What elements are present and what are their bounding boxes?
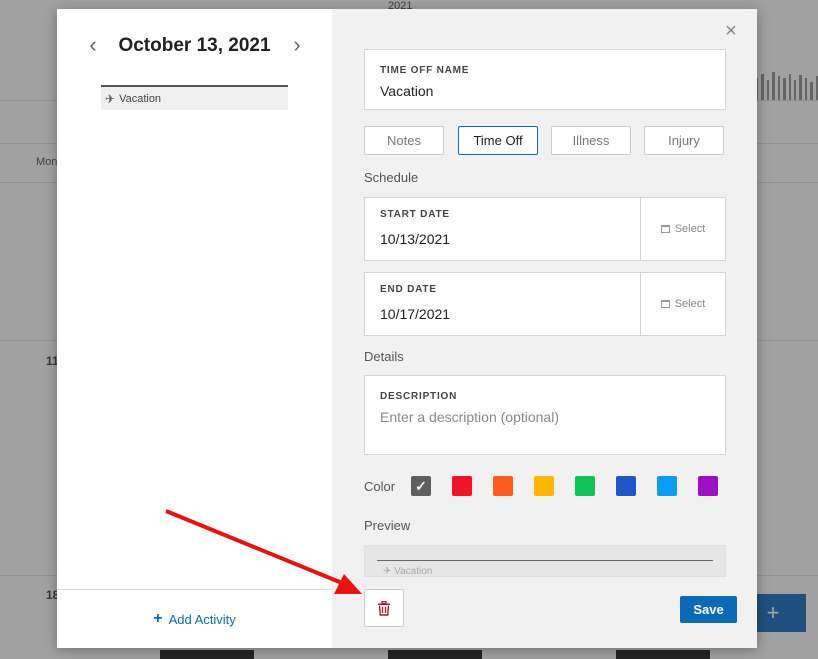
start-date-select-button[interactable]: Select <box>640 198 725 260</box>
start-date-field[interactable]: START DATE 10/13/2021 Select <box>364 197 726 261</box>
time-off-name-value: Vacation <box>380 83 434 99</box>
color-swatch-light-blue[interactable] <box>657 476 677 496</box>
end-date-select-button[interactable]: Select <box>640 273 725 335</box>
preview-box: ✈ Vacation <box>364 545 726 577</box>
preview-divider <box>377 560 713 561</box>
close-icon[interactable]: × <box>721 21 741 41</box>
save-button[interactable]: Save <box>680 596 737 623</box>
activity-item-vacation[interactable]: ✈ Vacation <box>101 85 288 110</box>
description-placeholder: Enter a description (optional) <box>380 409 559 425</box>
color-swatch-yellow[interactable] <box>534 476 554 496</box>
details-heading: Details <box>364 349 404 364</box>
time-off-name-field[interactable]: TIME OFF NAME Vacation <box>364 49 726 110</box>
end-date-value: 10/17/2021 <box>380 306 451 322</box>
description-label: DESCRIPTION <box>380 391 458 402</box>
date-navigation: ‹ October 13, 2021 › <box>57 34 332 59</box>
time-off-name-label: TIME OFF NAME <box>380 65 470 76</box>
color-label: Color <box>364 479 396 494</box>
preview-heading: Preview <box>364 518 411 533</box>
color-swatch-gray[interactable]: ✓ <box>411 476 431 496</box>
start-date-label: START DATE <box>380 209 450 220</box>
color-swatch-purple[interactable] <box>698 476 718 496</box>
chevron-right-icon[interactable]: › <box>287 34 307 59</box>
add-activity-button[interactable]: + Add Activity <box>57 589 332 648</box>
day-panel: ‹ October 13, 2021 › ✈ Vacation + Add Ac… <box>57 9 332 648</box>
airplane-icon: ✈ <box>105 91 116 106</box>
type-time-off-button[interactable]: Time Off <box>458 126 538 155</box>
schedule-heading: Schedule <box>364 170 419 185</box>
calendar-icon <box>660 300 670 308</box>
color-swatch-orange[interactable] <box>493 476 513 496</box>
end-date-label: END DATE <box>380 284 437 295</box>
activity-form: × TIME OFF NAME Vacation Notes Time Off … <box>332 9 757 648</box>
select-label: Select <box>674 298 706 310</box>
delete-button[interactable] <box>364 589 404 627</box>
end-date-field[interactable]: END DATE 10/17/2021 Select <box>364 272 726 336</box>
color-swatch-red[interactable] <box>452 476 472 496</box>
color-swatch-green[interactable] <box>575 476 595 496</box>
type-injury-button[interactable]: Injury <box>644 126 724 155</box>
checkmark-icon: ✓ <box>415 477 427 494</box>
type-notes-button[interactable]: Notes <box>364 126 444 155</box>
time-off-modal: ‹ October 13, 2021 › ✈ Vacation + Add Ac… <box>57 9 757 648</box>
preview-label: ✈ Vacation <box>383 566 433 577</box>
trash-icon <box>378 600 390 616</box>
activity-label: Vacation <box>119 92 162 105</box>
add-activity-label: Add Activity <box>168 611 236 627</box>
calendar-icon <box>660 225 670 233</box>
color-swatch-blue[interactable] <box>616 476 636 496</box>
type-illness-button[interactable]: Illness <box>551 126 631 155</box>
description-field[interactable]: DESCRIPTION Enter a description (optiona… <box>364 375 726 455</box>
select-label: Select <box>674 223 706 235</box>
plus-icon: + <box>153 610 163 627</box>
start-date-value: 10/13/2021 <box>380 231 451 247</box>
